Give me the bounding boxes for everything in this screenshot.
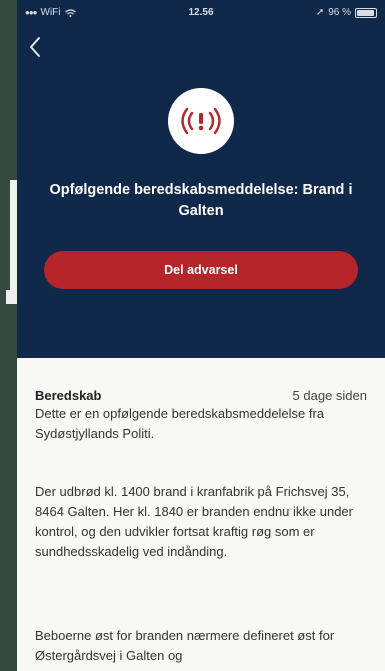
message-paragraph: Der udbrød kl. 1400 brand i kranfabrik p… <box>35 484 353 559</box>
battery-percentage: 96 % <box>328 7 351 18</box>
alert-header: ●●● WiFi 12.56 ➚ 96 % Opfølgende beredsk… <box>17 0 385 358</box>
alert-icon-badge <box>168 88 234 154</box>
status-bar: ●●● WiFi 12.56 ➚ 96 % <box>17 0 385 24</box>
status-right: ➚ 96 % <box>316 7 377 18</box>
phone-screen: ●●● WiFi 12.56 ➚ 96 % Opfølgende beredsk… <box>17 0 385 671</box>
location-icon: ➚ <box>315 7 325 18</box>
battery-fill <box>357 9 375 16</box>
share-alert-button[interactable]: Del advarsel <box>44 251 358 289</box>
broadcast-alert-icon <box>181 107 221 135</box>
message-paragraph: Beboerne øst for branden nærmere definer… <box>35 628 335 663</box>
alert-title: Opfølgende beredskabsmeddelelse: Brand i… <box>49 182 353 219</box>
back-button[interactable] <box>27 33 49 61</box>
message-time-ago: 5 dage siden <box>292 388 367 403</box>
battery-icon <box>355 7 377 18</box>
message-category: Beredskab <box>35 388 102 403</box>
message-paragraph: Dette er en opfølgende beredskabsmeddele… <box>35 406 325 441</box>
chevron-left-icon <box>30 37 40 57</box>
message-content: Beredskab 5 dage siden Dette er en opføl… <box>17 358 385 671</box>
